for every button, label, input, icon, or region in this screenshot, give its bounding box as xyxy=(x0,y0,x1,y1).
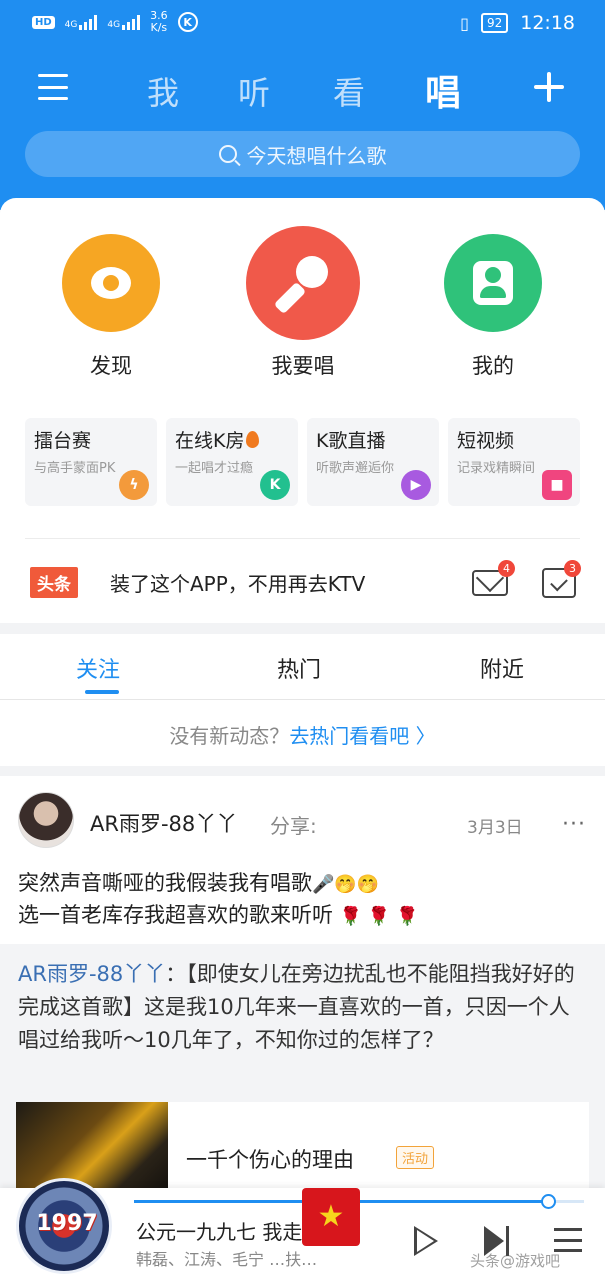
feed-tabs: 关注 热门 附近 xyxy=(0,634,605,700)
tile-title: 擂台赛 xyxy=(34,430,92,452)
post-line-2-emoji: 🌹 🌹 🌹 xyxy=(339,906,419,927)
progress-thumb[interactable] xyxy=(541,1194,556,1209)
nav-tab-watch[interactable]: 看 xyxy=(333,68,365,114)
headline-row: 头条 装了这个APP，不用再去KTV 4 3 xyxy=(0,554,605,610)
avatar[interactable] xyxy=(18,792,74,848)
sing-circle xyxy=(246,226,360,340)
headline-ticker[interactable]: 装了这个APP，不用再去KTV xyxy=(110,568,440,597)
post-line-1: 突然声音嘶哑的我假装我有唱歌 xyxy=(18,871,312,895)
menu-icon[interactable] xyxy=(38,74,68,100)
tab-follow[interactable]: 关注 xyxy=(76,652,120,684)
clock: 12:18 xyxy=(520,12,575,34)
tile-online-k-room[interactable]: 在线K房 一起唱才过瘾 K xyxy=(166,418,298,506)
watermark: 头条@游戏吧 xyxy=(470,1252,561,1270)
player-artist: 韩磊、江涛、毛宁 …扶… xyxy=(136,1250,318,1269)
search-icon xyxy=(218,145,237,163)
status-left: HD 4G 4G 3.6 K/s K xyxy=(32,10,198,34)
feature-label: 我要唱 xyxy=(271,354,335,378)
tile-title: K歌直播 xyxy=(316,430,386,452)
eye-icon xyxy=(91,267,131,299)
network-indicator-b: 4G xyxy=(107,14,141,30)
plus-icon[interactable] xyxy=(534,72,564,102)
microphone-icon xyxy=(275,256,328,313)
flag-star-icon: ★ xyxy=(302,1188,360,1246)
task-badge: 3 xyxy=(564,560,581,577)
search-placeholder: 今天想唱什么歌 xyxy=(246,143,387,168)
home-card: 发现 我要唱 我的 擂台赛 与高手蒙面PK ϟ 在线K房 一起唱才过瘾 K K歌… xyxy=(0,198,605,623)
tab-underline xyxy=(85,690,119,694)
shared-quote[interactable]: AR雨罗-88丫丫：【即使女儿在旁边扰乱也不能阻挡我好好的完成这首歌】这是我10… xyxy=(0,944,605,1202)
no-new-updates: 没有新动态？去热门看看吧 〉 xyxy=(0,700,605,766)
playlist-icon[interactable] xyxy=(554,1228,582,1252)
nav-tab-listen[interactable]: 听 xyxy=(238,68,270,114)
post-action: 分享: xyxy=(270,814,317,838)
post-text: 突然声音嘶哑的我假装我有唱歌🎤🤭🤭 选一首老库存我超喜欢的歌来听听 🌹 🌹 🌹 xyxy=(18,868,418,932)
discover-circle xyxy=(62,234,160,332)
nav-tab-sing[interactable]: 唱 xyxy=(425,64,461,116)
song-title: 一千个伤心的理由 xyxy=(186,1148,354,1172)
status-right: ▯ 92 12:18 xyxy=(460,12,575,34)
headline-badge: 头条 xyxy=(30,567,78,598)
lightning-icon: ϟ xyxy=(119,470,149,500)
feature-label: 发现 xyxy=(90,354,132,378)
k-room-icon: K xyxy=(260,470,290,500)
network-indicator-a: 4G xyxy=(65,14,98,30)
feed-post: AR雨罗-88丫丫 分享: 3月3日 ··· 突然声音嘶哑的我假装我有唱歌🎤🤭🤭… xyxy=(0,776,605,1202)
user-icon xyxy=(473,261,513,305)
video-camera-icon: ■ xyxy=(542,470,572,500)
player-cover[interactable]: 1997 xyxy=(16,1178,112,1274)
no-new-text: 没有新动态？ xyxy=(169,724,290,748)
song-card[interactable]: 一千个伤心的理由 活动 xyxy=(16,1102,589,1202)
mine-circle xyxy=(444,234,542,332)
play-icon[interactable] xyxy=(414,1226,438,1256)
hd-badge: HD xyxy=(32,15,55,29)
k-app-icon: K xyxy=(177,12,198,32)
tile-title: 短视频 xyxy=(457,430,515,452)
vibrate-icon: ▯ xyxy=(460,13,469,33)
feature-label: 我的 xyxy=(472,354,514,378)
search-bar[interactable]: 今天想唱什么歌 xyxy=(25,131,580,177)
tile-arena[interactable]: 擂台赛 与高手蒙面PK ϟ xyxy=(25,418,157,506)
quote-text: AR雨罗-88丫丫：【即使女儿在旁边扰乱也不能阻挡我好好的完成这首歌】这是我10… xyxy=(18,958,590,1057)
post-line-1-emoji: 🎤🤭🤭 xyxy=(312,874,380,895)
signal-icon xyxy=(79,14,98,30)
tile-title: 在线K房 xyxy=(175,426,289,453)
network-speed: 3.6 K/s xyxy=(150,9,168,34)
post-date: 3月3日 xyxy=(467,818,523,838)
more-options-icon[interactable]: ··· xyxy=(562,812,586,837)
top-nav: 我 听 看 唱 xyxy=(0,62,605,118)
battery-icon: 92 xyxy=(480,13,509,33)
post-username[interactable]: AR雨罗-88丫丫 xyxy=(90,808,237,838)
feature-mine[interactable]: 我的 xyxy=(428,234,558,380)
divider xyxy=(25,538,580,539)
status-bar: HD 4G 4G 3.6 K/s K ▯ 92 12:18 xyxy=(0,0,605,52)
feature-discover[interactable]: 发现 xyxy=(46,234,176,380)
tab-nearby[interactable]: 附近 xyxy=(480,652,524,684)
quote-username[interactable]: AR雨罗-88丫丫 xyxy=(18,962,165,986)
tile-short-video[interactable]: 短视频 记录戏精瞬间 ■ xyxy=(448,418,580,506)
app-header: HD 4G 4G 3.6 K/s K ▯ 92 12:18 我 听 看 唱 今天… xyxy=(0,0,605,210)
tile-k-live[interactable]: K歌直播 听歌声邂逅你 ▶ xyxy=(307,418,439,506)
cover-text: 1997 xyxy=(36,1211,98,1236)
mail-badge: 4 xyxy=(498,560,515,577)
fire-icon xyxy=(246,431,260,448)
live-icon: ▶ xyxy=(401,470,431,500)
feature-sing[interactable]: 我要唱 xyxy=(238,226,368,380)
nav-tab-me[interactable]: 我 xyxy=(147,68,179,114)
tab-hot[interactable]: 热门 xyxy=(277,652,321,684)
activity-tag: 活动 xyxy=(396,1146,435,1169)
go-hot-link[interactable]: 去热门看看吧 〉 xyxy=(289,724,435,748)
signal-icon-2 xyxy=(122,14,141,30)
post-line-2: 选一首老库存我超喜欢的歌来听听 xyxy=(18,903,333,927)
